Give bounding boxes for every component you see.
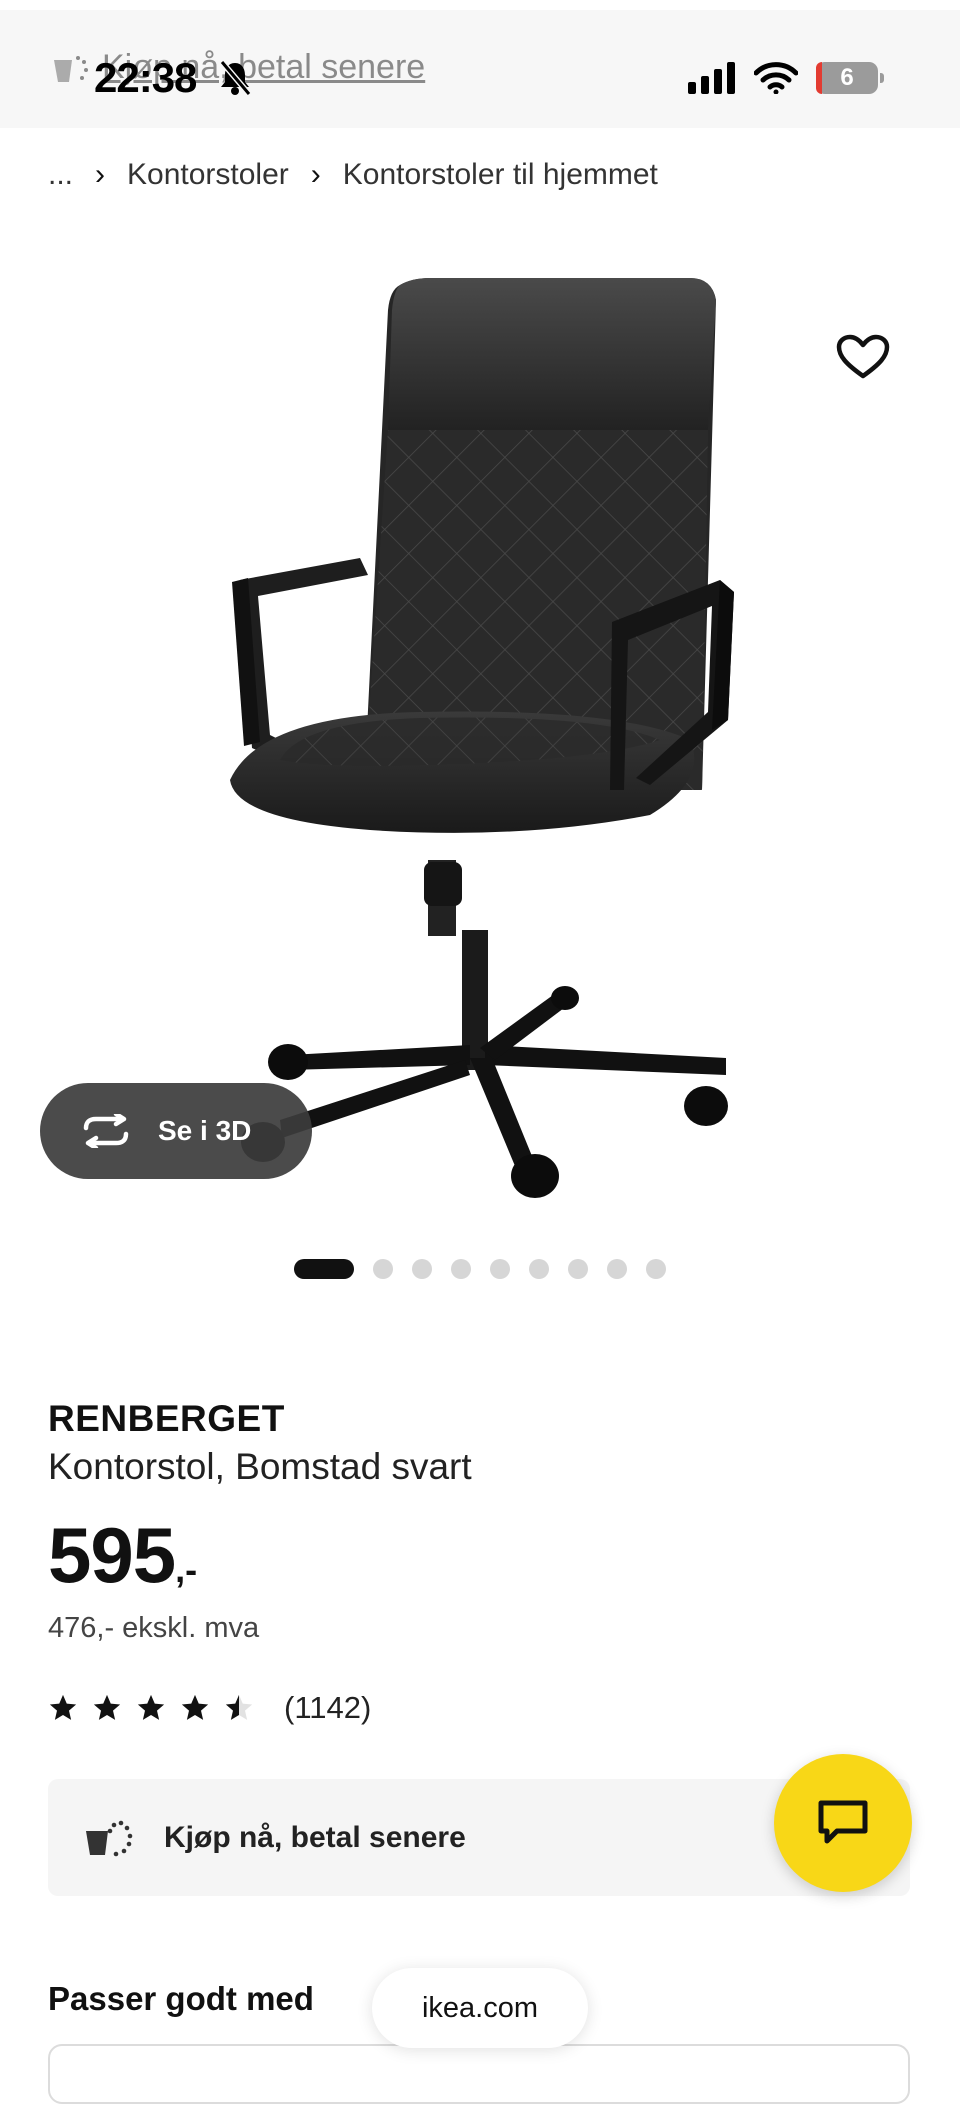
breadcrumb-item-hjemmet[interactable]: Kontorstoler til hjemmet — [343, 158, 658, 192]
product-price: 595,- — [48, 1510, 197, 1601]
carousel-dot[interactable] — [607, 1259, 627, 1279]
price-value: 595 — [48, 1511, 176, 1599]
status-time: 22:38 — [94, 54, 197, 101]
carousel-dot[interactable] — [529, 1259, 549, 1279]
chat-button[interactable] — [774, 1754, 912, 1892]
rating-stars — [48, 1693, 254, 1723]
status-bar: Kjøp nå, betal senere 22:38 6 — [0, 10, 960, 128]
carousel-dot[interactable] — [568, 1259, 588, 1279]
battery-indicator: 6 — [816, 62, 884, 94]
breadcrumb-item-kontorstoler[interactable]: Kontorstoler — [127, 158, 289, 192]
buy-now-pay-later-label: Kjøp nå, betal senere — [164, 1820, 466, 1854]
pay-later-icon — [86, 1820, 133, 1856]
chat-bubble-icon — [818, 1800, 868, 1844]
rating[interactable]: (1142) — [48, 1690, 371, 1726]
bell-muted-icon — [219, 60, 252, 96]
wifi-icon — [754, 62, 798, 94]
cellular-signal-icon — [688, 62, 735, 94]
carousel-dot[interactable] — [294, 1259, 354, 1279]
star-icon — [49, 1694, 77, 1720]
recommendation-card[interactable] — [48, 2044, 910, 2104]
carousel-dot[interactable] — [373, 1259, 393, 1279]
section-title-passer-godt-med: Passer godt med — [48, 1980, 314, 2017]
star-icon — [181, 1694, 209, 1720]
product-image[interactable] — [0, 230, 960, 1230]
review-count[interactable]: (1142) — [284, 1690, 371, 1726]
carousel-dot[interactable] — [451, 1259, 471, 1279]
carousel-dot[interactable] — [412, 1259, 432, 1279]
view-3d-button[interactable]: Se i 3D — [40, 1083, 312, 1179]
price-suffix: ,- — [175, 1549, 198, 1590]
browser-url-pill[interactable]: ikea.com — [372, 1968, 588, 2048]
star-icon — [137, 1694, 165, 1720]
carousel-dot[interactable] — [490, 1259, 510, 1279]
view-3d-label: Se i 3D — [158, 1115, 252, 1146]
image-carousel-dots — [294, 1259, 666, 1279]
pay-later-icon — [54, 55, 88, 82]
product-description: Kontorstol, Bomstad svart — [48, 1446, 472, 1487]
star-icon — [93, 1694, 121, 1720]
breadcrumb: ... › Kontorstoler › Kontorstoler til hj… — [48, 158, 658, 192]
heart-icon[interactable] — [836, 334, 890, 380]
carousel-dot[interactable] — [646, 1259, 666, 1279]
price-ex-vat: 476,- ekskl. mva — [48, 1612, 260, 1644]
rotate-3d-icon — [83, 1114, 129, 1148]
chevron-right-icon: › — [310, 158, 321, 191]
product-name: RENBERGET — [48, 1398, 285, 1439]
star-half-icon — [225, 1694, 253, 1720]
battery-level: 6 — [840, 64, 854, 91]
breadcrumb-ellipsis[interactable]: ... — [48, 158, 73, 192]
chevron-right-icon: › — [95, 158, 106, 191]
